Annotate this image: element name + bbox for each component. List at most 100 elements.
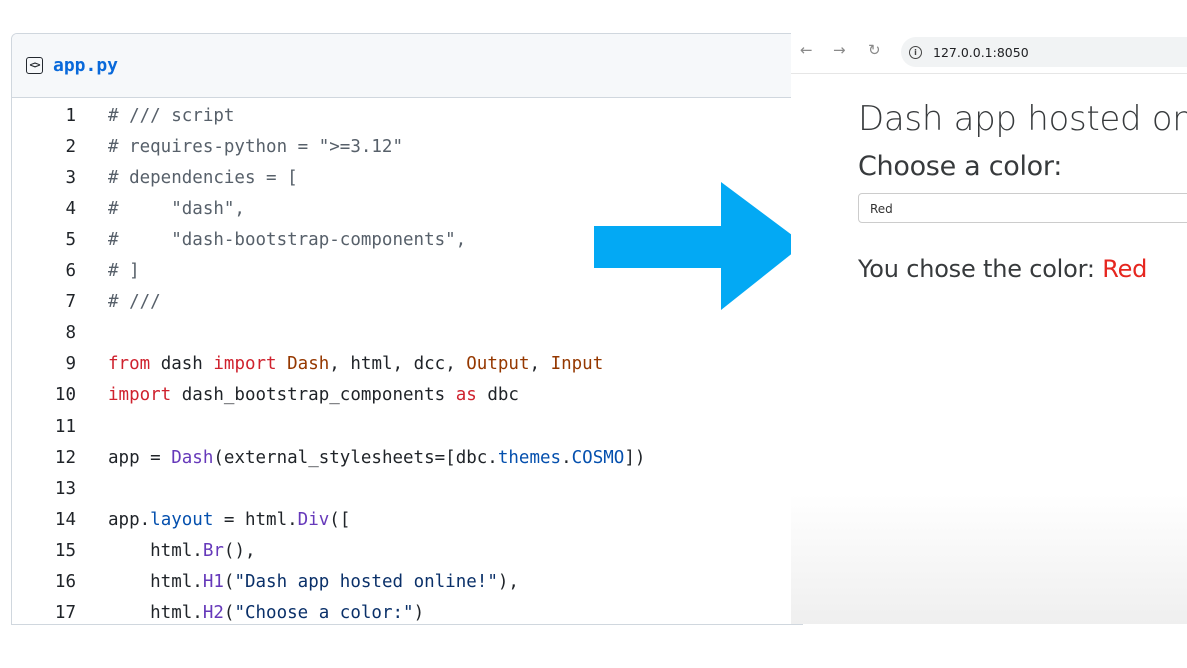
code-line: 11 [12,411,108,442]
code-token: Dash [287,354,330,375]
code-text: # "dash-bootstrap-components", [108,230,466,250]
code-token: "Dash app hosted online!" [234,572,498,592]
right-arrow-icon [594,182,804,310]
code-line: 16 html.H1("Dash app hosted online!"), [12,567,519,598]
code-token: ( [223,603,235,624]
code-line: 5 # "dash-bootstrap-components", [12,224,466,255]
code-token: COSMO [571,447,625,468]
code-token: dash [150,354,214,375]
code-token: ) [413,603,425,624]
code-token: ([ [329,509,351,530]
code-token: H2 [202,603,224,624]
browser-window: ← → ↻ i 127.0.0.1:8050 Dash app hosted o… [791,33,1187,624]
code-token: import [213,354,277,375]
code-text: # "dash", [108,199,245,219]
line-number: 13 [54,478,76,499]
forward-icon[interactable]: → [833,41,846,59]
code-line: 4 # "dash", [12,193,245,224]
line-number: 1 [65,105,76,126]
code-line: 2 # requires-python = ">=3.12" [12,131,403,162]
code-token: as [455,385,477,406]
code-text: # /// script [108,106,234,126]
browser-toolbar: ← → ↻ i 127.0.0.1:8050 [791,33,1187,74]
line-number: 3 [65,167,76,188]
line-number: 7 [65,292,76,313]
line-number: 16 [54,572,76,592]
line-number: 15 [54,540,76,561]
code-text: # requires-python = ">=3.12" [108,137,403,157]
file-name[interactable]: app.py [53,55,118,76]
back-icon[interactable]: ← [800,41,813,59]
code-token: (external_stylesheets=[dbc. [213,447,498,468]
line-number: 10 [54,385,76,406]
code-token: themes [497,447,562,468]
file-header: <> app.py [12,34,802,98]
code-line: 12 app = Dash(external_stylesheets=[dbc.t… [12,442,645,473]
code-line: 6 # ] [12,256,140,287]
color-dropdown[interactable]: Red [858,193,1187,223]
code-token: Div [297,509,330,530]
line-number: 6 [65,261,76,281]
url-text[interactable]: 127.0.0.1:8050 [933,45,1029,60]
reload-icon[interactable]: ↻ [868,41,881,59]
code-text: from dash import Dash, html, dcc, Output… [108,354,603,374]
code-token: # /// [108,292,161,313]
code-token: dash_bootstrap_components [171,385,456,406]
code-token: import [108,385,172,406]
code-token: Dash [171,447,214,468]
line-number: 17 [54,603,76,624]
code-text: # ] [108,261,140,281]
code-token: # ] [108,261,140,281]
code-token: H1 [202,572,224,592]
code-text: app = Dash(external_stylesheets=[dbc.the… [108,448,645,468]
code-line: 15 html.Br(), [12,535,256,566]
code-token: html. [108,540,203,561]
page-title: Dash app hosted online! [858,99,1187,139]
code-token: dbc [476,385,519,406]
code-line: 14 app.layout = html.Div([ [12,504,350,535]
code-text: html.H2("Choose a color:") [108,603,424,623]
code-line: 9 from dash import Dash, html, dcc, Outpu… [12,349,603,380]
line-number: 14 [54,509,76,530]
result-text: You chose the color: Red [858,255,1147,283]
code-token: # /// script [108,105,235,126]
code-token: (), [223,540,256,561]
code-token: html. [108,603,203,624]
code-token: # dependencies = [ [108,167,298,188]
code-text: # dependencies = [ [108,168,298,188]
code-token: app = [108,447,172,468]
code-token: from [108,354,151,375]
code-token: # requires-python = ">=3.12" [108,136,404,157]
code-text: # /// [108,292,161,312]
line-number: 9 [65,354,76,375]
code-file-icon: <> [26,57,43,74]
code-line: 7 # /// [12,287,161,318]
code-body: 1 # /// script 2 # requires-python = ">=3.1… [12,99,802,624]
code-token: # "dash-bootstrap-components", [108,229,467,250]
code-token: , html, dcc, [329,354,467,375]
code-token: Input [550,354,604,375]
site-info-icon[interactable]: i [909,45,922,59]
line-number: 5 [65,229,76,250]
result-prefix: You chose the color: [858,255,1103,283]
dropdown-selected-value: Red [870,202,893,216]
code-token: ]) [624,447,646,468]
line-number: 12 [54,447,76,468]
code-token: # "dash", [108,198,245,219]
code-token: app. [108,509,151,530]
code-token: ), [497,572,519,592]
code-token: "Choose a color:" [234,603,414,624]
code-line: 10 import dash_bootstrap_components as db… [12,380,519,411]
address-bar[interactable]: i 127.0.0.1:8050 [901,37,1187,67]
code-line: 3 # dependencies = [ [12,162,298,193]
line-number: 11 [54,416,76,437]
code-text: import dash_bootstrap_components as dbc [108,385,519,405]
code-text: html.H1("Dash app hosted online!"), [108,572,519,592]
line-number: 8 [65,323,76,344]
page-subtitle: Choose a color: [858,151,1062,182]
code-token: , [529,354,551,375]
code-token: = html. [213,509,298,530]
code-text: app.layout = html.Div([ [108,510,350,530]
code-line: 13 [12,473,108,504]
